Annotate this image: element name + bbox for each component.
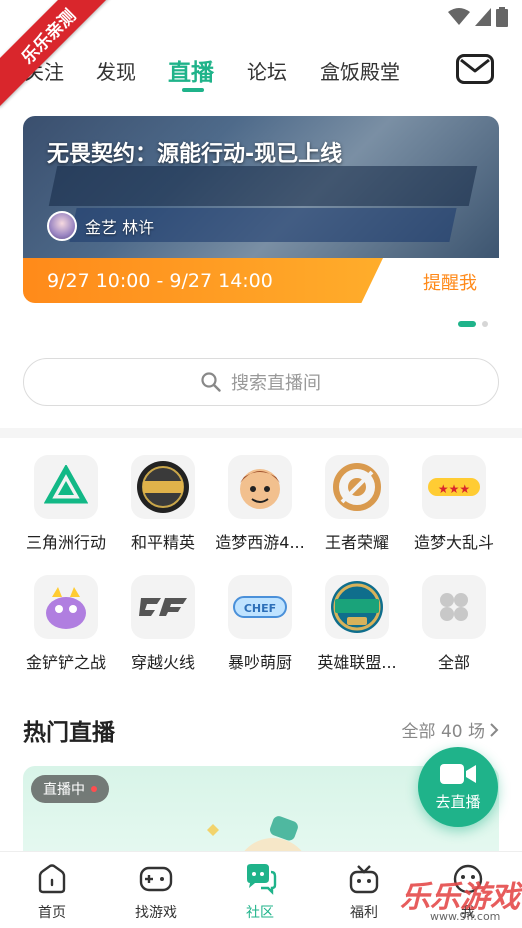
game-item[interactable]: 造梦西游4... (211, 455, 309, 553)
mail-icon[interactable] (456, 54, 494, 84)
game-label: 王者荣耀 (324, 533, 389, 552)
crossfire-icon (131, 575, 195, 639)
chevron-right-icon (490, 722, 499, 737)
hot-live-more-link[interactable]: 全部 40 场 (402, 717, 499, 742)
zaomeng-brawl-icon: ★★★ (422, 455, 486, 519)
nav-item-find-games[interactable]: 找游戏 (104, 862, 208, 922)
cute-chef-icon: CHEF (228, 575, 292, 639)
game-label: 英雄联盟... (317, 653, 397, 672)
banner-time: 9/27 10:00 - 9/27 14:00 (23, 258, 383, 303)
game-item[interactable]: CHEF 暴吵萌厨 (211, 575, 309, 673)
community-chat-icon (247, 864, 277, 895)
go-live-label: 去直播 (435, 792, 481, 811)
status-icons (448, 7, 508, 27)
top-tabs: 关注 发现 直播 论坛 盒饭殿堂 (0, 44, 522, 100)
remind-button[interactable]: 提醒我 (423, 269, 477, 295)
game-item[interactable]: 三角洲行动 (17, 455, 115, 553)
hot-live-more-label: 全部 40 场 (401, 722, 485, 742)
svg-text:CHEF: CHEF (244, 602, 276, 615)
game-item[interactable]: 穿越火线 (114, 575, 212, 673)
game-item[interactable]: 金铲铲之战 (17, 575, 115, 673)
battery-icon (496, 7, 508, 27)
wifi-icon (448, 8, 470, 25)
game-label: 造梦西游4... (215, 533, 305, 552)
live-banner[interactable]: 无畏契约：源能行动-现已上线 金艺 林许 9/27 10:00 - 9/27 1… (23, 116, 499, 303)
honor-of-kings-icon (325, 455, 389, 519)
live-badge: 直播中 (31, 775, 109, 803)
game-label: 金铲铲之战 (25, 653, 106, 672)
game-label: 造梦大乱斗 (413, 533, 494, 552)
search-icon (201, 372, 221, 392)
game-item[interactable]: ★★★ 造梦大乱斗 (405, 455, 503, 553)
game-label: 和平精英 (130, 533, 195, 552)
tab-forum[interactable]: 论坛 (247, 56, 287, 85)
gamepad-icon (139, 866, 173, 892)
streamer-avatar (47, 211, 77, 241)
search-input[interactable]: 搜索直播间 (23, 358, 499, 406)
nav-label: 找游戏 (135, 905, 177, 921)
home-icon (38, 864, 66, 894)
game-item[interactable]: 全部 (405, 575, 503, 673)
hot-live-title: 热门直播 (23, 720, 115, 746)
nav-label: 首页 (38, 905, 66, 921)
league-of-legends-icon (325, 575, 389, 639)
game-label: 三角洲行动 (25, 533, 106, 552)
active-tab-indicator (182, 88, 204, 92)
section-divider (0, 428, 522, 438)
banner-streamer: 金艺 林许 (47, 211, 154, 241)
tab-discover[interactable]: 发现 (96, 56, 136, 85)
game-item[interactable]: 英雄联盟... (308, 575, 406, 673)
banner-image: 无畏契约：源能行动-现已上线 金艺 林许 (23, 116, 499, 258)
svg-text:★★★: ★★★ (438, 482, 470, 496)
game-label: 全部 (437, 653, 470, 672)
signal-icon (475, 8, 491, 26)
game-item[interactable]: 和平精英 (114, 455, 212, 553)
go-live-button[interactable]: 去直播 (418, 747, 498, 827)
app-screen: 乐乐亲测 关注 发现 直播 论坛 盒饭殿堂 无畏契约：源能行动-现已上线 金艺 … (0, 0, 522, 928)
nav-item-community[interactable]: 社区 (208, 862, 312, 922)
game-label: 穿越火线 (130, 653, 195, 672)
zaomeng-xiyou-icon (228, 455, 292, 519)
streamer-name: 金艺 林许 (85, 218, 155, 237)
banner-decor-stripe (48, 166, 478, 206)
video-camera-icon (440, 763, 476, 784)
gift-icon (349, 865, 379, 894)
delta-force-icon (34, 455, 98, 519)
banner-info-bar: 9/27 10:00 - 9/27 14:00 提醒我 (23, 258, 499, 303)
search-placeholder: 搜索直播间 (231, 373, 321, 394)
nav-label: 社区 (246, 905, 274, 921)
nav-item-home[interactable]: 首页 (0, 862, 104, 922)
tab-hall[interactable]: 盒饭殿堂 (320, 56, 400, 85)
carousel-dot-active (458, 321, 476, 327)
game-item[interactable]: 王者荣耀 (308, 455, 406, 553)
carousel-dots (458, 321, 488, 327)
watermark-url: www.9fl.com (430, 910, 501, 923)
carousel-dot (482, 321, 488, 327)
game-label: 暴吵萌厨 (227, 653, 292, 672)
live-badge-label: 直播中 (43, 782, 85, 798)
all-grid-icon (422, 575, 486, 639)
live-dot-icon (91, 786, 97, 792)
peace-elite-icon (131, 455, 195, 519)
tab-live[interactable]: 直播 (168, 53, 214, 87)
golden-spatula-icon (34, 575, 98, 639)
banner-title: 无畏契约：源能行动-现已上线 (47, 142, 343, 167)
